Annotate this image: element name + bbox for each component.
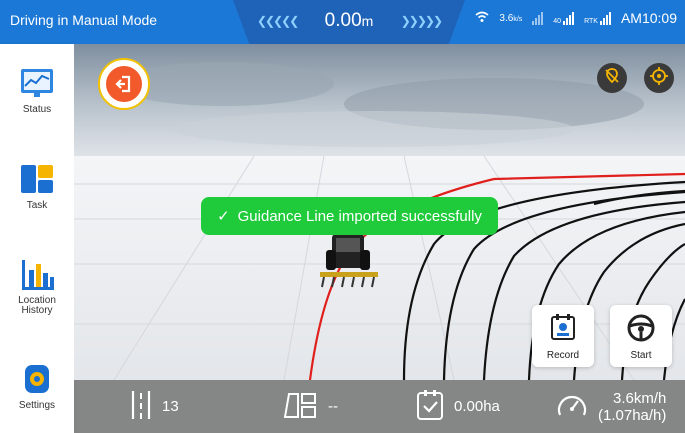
- cellular-signal-icon: [563, 11, 575, 25]
- offset-distance-panel: ❮❮❮❮❮ 0.00m ❯❯❯❯❯: [233, 0, 465, 44]
- exit-button[interactable]: [98, 58, 150, 110]
- record-icon: [550, 313, 576, 344]
- cellular-signal-label: 40: [553, 18, 562, 25]
- area-check-icon: [416, 389, 444, 425]
- speedometer-icon: [556, 391, 588, 423]
- driving-mode-label: Driving in Manual Mode: [10, 12, 158, 28]
- sidebar-item-task[interactable]: Task: [0, 162, 74, 211]
- sidebar: Status Task Location History Settings: [0, 44, 74, 433]
- sidebar-item-settings[interactable]: Settings: [0, 362, 74, 411]
- field-boundary-icon: [282, 390, 318, 424]
- crosshair-icon: [650, 66, 668, 90]
- field-stat: --: [282, 380, 338, 433]
- clock-time: AM10:09: [620, 10, 677, 26]
- success-toast: ✓ Guidance Line imported successfully: [201, 197, 498, 235]
- work-area-value: 0.00ha: [454, 398, 500, 415]
- sidebar-item-status[interactable]: Status: [0, 66, 74, 115]
- status-chart-icon: [17, 66, 57, 100]
- speed-value: 3.6km/h: [613, 389, 667, 407]
- check-icon: ✓: [217, 208, 230, 225]
- no-location-button[interactable]: [597, 63, 627, 93]
- sidebar-item-label: Status: [22, 104, 52, 115]
- bottom-status-bar: 13 -- 0.00ha 3.6km/h (1.07ha/h): [74, 380, 685, 433]
- offset-distance-unit: m: [361, 13, 374, 29]
- guidance-line-number: 13: [162, 398, 179, 415]
- record-button[interactable]: Record: [532, 305, 594, 367]
- sidebar-item-label: Task: [26, 200, 48, 211]
- location-off-icon: [603, 67, 621, 90]
- locate-button[interactable]: [644, 63, 674, 93]
- guidance-line-stat: 13: [130, 380, 179, 433]
- speed-stat: 3.6km/h (1.07ha/h): [556, 380, 666, 433]
- offset-distance-value: 0.00: [324, 10, 362, 31]
- steering-wheel-icon: [626, 313, 656, 346]
- wifi-speed-unit: k/s: [513, 15, 523, 23]
- record-label: Record: [546, 350, 580, 361]
- start-label: Start: [630, 350, 652, 361]
- sidebar-item-label: Location History: [18, 295, 56, 316]
- task-icon: [17, 162, 57, 196]
- exit-icon: [106, 66, 142, 102]
- wifi-speed-value: 3.6: [499, 12, 514, 24]
- guidance-lines-icon: [130, 389, 152, 425]
- network-signal-icon: [532, 11, 544, 25]
- work-area-stat: 0.00ha: [416, 380, 500, 433]
- start-button[interactable]: Start: [610, 305, 672, 367]
- field-value: --: [328, 398, 338, 415]
- sidebar-item-location-history[interactable]: Location History: [0, 258, 74, 316]
- wifi-icon: [475, 11, 489, 26]
- work-rate-value: (1.07ha/h): [598, 406, 667, 424]
- settings-gear-icon: [17, 362, 57, 396]
- right-arrows-icon: ❯❯❯❯❯: [400, 14, 443, 28]
- location-history-icon: [17, 258, 57, 292]
- toast-message: Guidance Line imported successfully: [237, 207, 482, 225]
- top-status-bar: Driving in Manual Mode ❮❮❮❮❮ 0.00m ❯❯❯❯❯…: [0, 0, 685, 44]
- rtk-signal-icon: [599, 11, 611, 25]
- sidebar-item-label: Settings: [18, 400, 56, 411]
- rtk-label: RTK: [584, 18, 598, 25]
